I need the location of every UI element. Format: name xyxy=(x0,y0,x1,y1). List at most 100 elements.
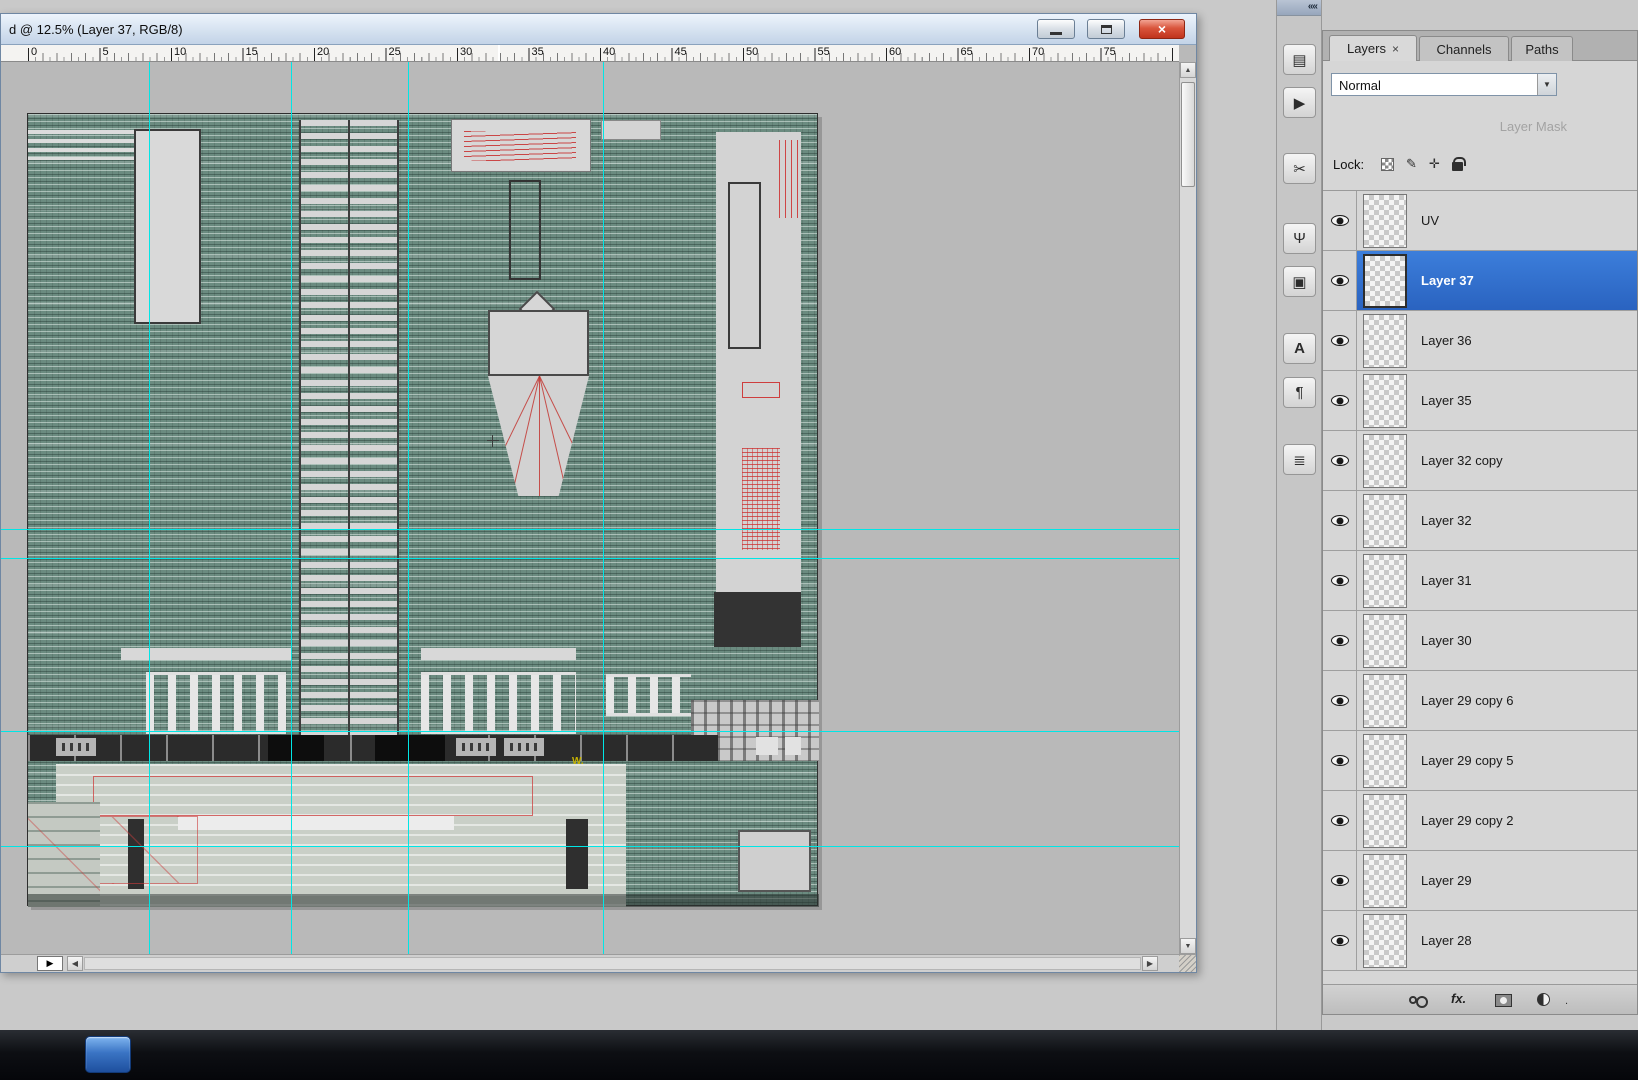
eye-icon xyxy=(1330,215,1349,226)
document-titlebar[interactable]: d @ 12.5% (Layer 37, RGB/8) × xyxy=(1,14,1196,45)
tab-layers-label: Layers xyxy=(1346,41,1386,56)
vertical-scroll-thumb[interactable] xyxy=(1181,82,1195,187)
scroll-right-arrow[interactable] xyxy=(1142,956,1158,971)
uv-red-line xyxy=(538,376,567,494)
guide-vertical[interactable] xyxy=(149,62,150,954)
layer-row-layer-29-copy-5[interactable]: Layer 29 copy 5 xyxy=(1323,731,1637,791)
close-button[interactable]: × xyxy=(1139,19,1185,39)
chevron-down-icon[interactable] xyxy=(1537,74,1556,95)
visibility-toggle[interactable] xyxy=(1323,491,1357,550)
panel-icon-character[interactable]: A xyxy=(1283,333,1316,364)
layer-thumbnail[interactable] xyxy=(1363,193,1407,248)
document-title: d @ 12.5% (Layer 37, RGB/8) xyxy=(9,22,183,37)
scroll-left-arrow[interactable] xyxy=(67,956,83,971)
visibility-toggle[interactable] xyxy=(1323,311,1357,370)
layer-row-uv[interactable]: UV xyxy=(1323,191,1637,251)
visibility-toggle[interactable] xyxy=(1323,731,1357,790)
layer-thumbnail[interactable] xyxy=(1363,793,1407,848)
layer-thumbnail[interactable] xyxy=(1363,913,1407,968)
layer-row-layer-37[interactable]: Layer 37 xyxy=(1323,251,1637,311)
document-image[interactable]: W. xyxy=(27,113,819,907)
lock-pixels-icon[interactable]: ✎ xyxy=(1406,156,1417,172)
tab-close-icon[interactable]: × xyxy=(1392,42,1399,56)
layer-row-layer-30[interactable]: Layer 30 xyxy=(1323,611,1637,671)
panel-icon-layer-comps[interactable]: ▣ xyxy=(1283,266,1316,297)
layer-thumbnail[interactable] xyxy=(1363,613,1407,668)
scroll-down-arrow[interactable] xyxy=(1180,938,1196,954)
ruler-label: 5 xyxy=(102,46,109,58)
taskbar-app-button[interactable] xyxy=(85,1036,131,1073)
lock-all-icon[interactable] xyxy=(1451,156,1466,171)
status-popup-button[interactable]: ▶ xyxy=(37,956,63,971)
guide-vertical[interactable] xyxy=(408,62,409,954)
photoshop-workspace: d @ 12.5% (Layer 37, RGB/8) × 0 5 10 15 20 25… xyxy=(0,0,1638,1080)
guide-vertical[interactable] xyxy=(291,62,292,954)
layer-row-layer-32[interactable]: Layer 32 xyxy=(1323,491,1637,551)
vertical-scrollbar[interactable] xyxy=(1179,62,1196,954)
texture-platform-bar xyxy=(178,816,454,830)
visibility-toggle[interactable] xyxy=(1323,671,1357,730)
layer-row-layer-36[interactable]: Layer 36 xyxy=(1323,311,1637,371)
layer-thumbnail[interactable] xyxy=(1363,373,1407,428)
visibility-toggle[interactable] xyxy=(1323,911,1357,970)
eye-icon xyxy=(1330,935,1349,946)
layer-thumbnail[interactable] xyxy=(1363,853,1407,908)
ruler-label: 10 xyxy=(174,46,187,58)
layer-thumbnail[interactable] xyxy=(1363,733,1407,788)
layer-thumbnail[interactable] xyxy=(1363,433,1407,488)
layer-row-layer-35[interactable]: Layer 35 xyxy=(1323,371,1637,431)
visibility-toggle[interactable] xyxy=(1323,431,1357,490)
panel-icon-actions[interactable]: ▶ xyxy=(1283,87,1316,118)
link-layers-icon[interactable] xyxy=(1409,996,1428,1008)
ruler-label: 65 xyxy=(960,46,973,58)
panel-dock-icons: ▤ ▶ ✂ Ψ ▣ A ¶ ≣ xyxy=(1277,0,1321,1030)
panel-icon-paragraph[interactable]: ¶ xyxy=(1283,377,1316,408)
tab-paths[interactable]: Paths xyxy=(1511,36,1573,61)
horizontal-ruler[interactable]: 0 5 10 15 20 25 30 35 40 45 50 55 60 65 70 75 xyxy=(1,45,1179,62)
layer-row-layer-29-copy-6[interactable]: Layer 29 copy 6 xyxy=(1323,671,1637,731)
layer-row-layer-32-copy[interactable]: Layer 32 copy xyxy=(1323,431,1637,491)
ruler-label: 55 xyxy=(817,46,830,58)
lock-position-icon[interactable]: ✛ xyxy=(1429,156,1440,172)
guide-vertical[interactable] xyxy=(603,62,604,954)
guide-horizontal[interactable] xyxy=(1,558,1179,559)
layer-thumbnail[interactable] xyxy=(1363,313,1407,368)
guide-horizontal[interactable] xyxy=(1,846,1179,847)
minimize-button[interactable] xyxy=(1037,19,1075,39)
scroll-up-arrow[interactable] xyxy=(1180,62,1196,78)
visibility-toggle[interactable] xyxy=(1323,611,1357,670)
visibility-toggle[interactable] xyxy=(1323,551,1357,610)
guide-horizontal[interactable] xyxy=(1,731,1179,732)
blend-mode-select[interactable]: Normal xyxy=(1331,73,1557,96)
panel-icon-tool-presets[interactable]: ✂ xyxy=(1283,153,1316,184)
visibility-toggle[interactable] xyxy=(1323,251,1357,310)
layer-thumbnail[interactable] xyxy=(1363,493,1407,548)
panel-icon-histogram[interactable]: ▤ xyxy=(1283,44,1316,75)
visibility-toggle[interactable] xyxy=(1323,851,1357,910)
panel-icon-brushes[interactable]: Ψ xyxy=(1283,223,1316,254)
guide-horizontal[interactable] xyxy=(1,529,1179,530)
panel-dock: ▤ ▶ ✂ Ψ ▣ A ¶ ≣ xyxy=(1276,0,1322,1030)
horizontal-scroll-track[interactable] xyxy=(84,957,1141,970)
visibility-toggle[interactable] xyxy=(1323,371,1357,430)
visibility-toggle[interactable] xyxy=(1323,191,1357,250)
layer-thumbnail[interactable] xyxy=(1363,253,1407,308)
lock-transparency-icon[interactable] xyxy=(1381,157,1394,171)
add-layer-mask-icon[interactable] xyxy=(1495,994,1512,1007)
layer-row-layer-31[interactable]: Layer 31 xyxy=(1323,551,1637,611)
layer-row-layer-29-copy-2[interactable]: Layer 29 copy 2 xyxy=(1323,791,1637,851)
canvas-viewport[interactable]: W. xyxy=(1,62,1179,954)
tab-channels[interactable]: Channels xyxy=(1419,36,1509,61)
visibility-toggle[interactable] xyxy=(1323,791,1357,850)
maximize-button[interactable] xyxy=(1087,19,1125,39)
adjustment-layer-icon[interactable] xyxy=(1537,993,1550,1006)
layer-style-button[interactable]: fx. xyxy=(1451,991,1466,1006)
layer-row-layer-29[interactable]: Layer 29 xyxy=(1323,851,1637,911)
tab-layers[interactable]: Layers × xyxy=(1329,35,1417,61)
panel-icon-info[interactable]: ≣ xyxy=(1283,444,1316,475)
layer-row-layer-28[interactable]: Layer 28 xyxy=(1323,911,1637,971)
layer-thumbnail[interactable] xyxy=(1363,553,1407,608)
horizontal-scrollbar[interactable]: ▶ xyxy=(1,954,1196,972)
resize-grip[interactable] xyxy=(1179,955,1196,972)
layer-thumbnail[interactable] xyxy=(1363,673,1407,728)
